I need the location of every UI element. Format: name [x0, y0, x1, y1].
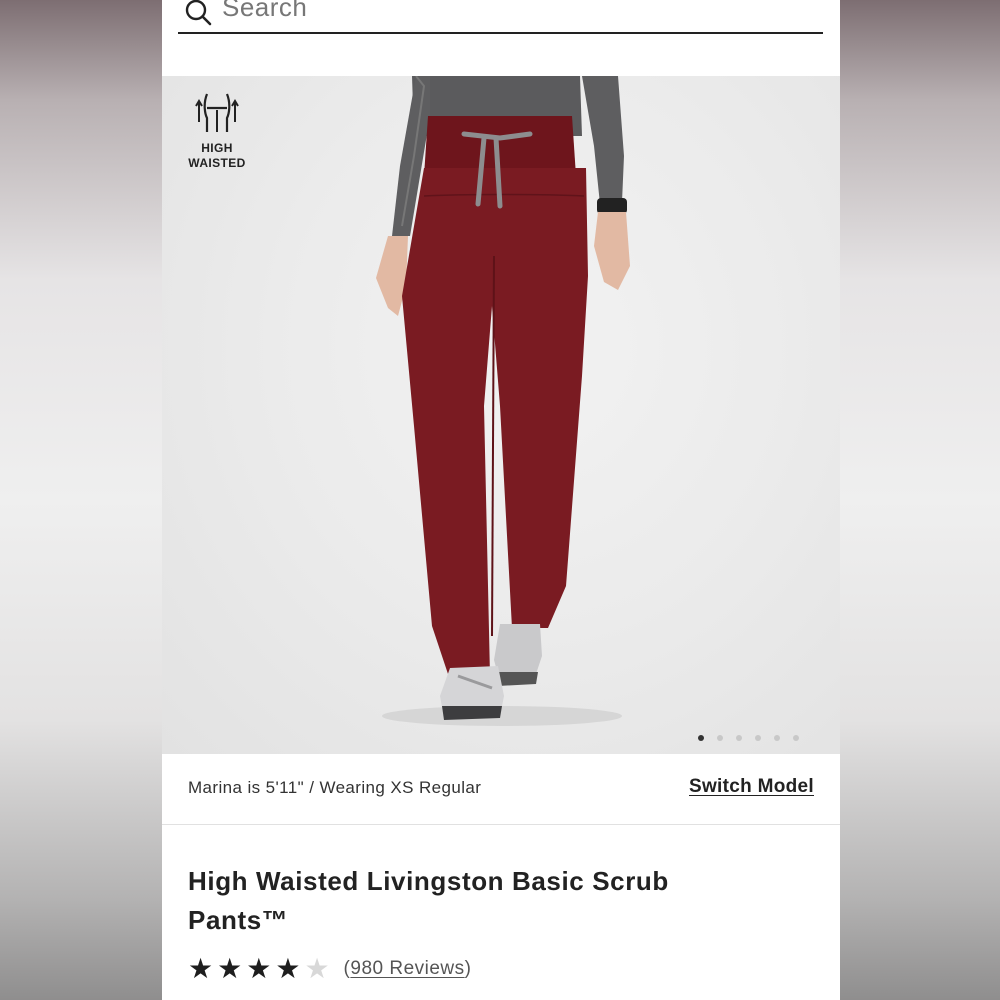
- badge-line-2: WAISTED: [188, 156, 246, 170]
- carousel-dot[interactable]: [793, 735, 799, 741]
- search-bar[interactable]: Search: [178, 0, 823, 34]
- reviews-count[interactable]: 980 Reviews: [350, 958, 464, 979]
- carousel-dot[interactable]: [698, 735, 704, 741]
- switch-model-link[interactable]: Switch Model: [689, 776, 814, 798]
- badge-line-1: HIGH: [201, 141, 233, 155]
- product-title: High Waisted Livingston Basic Scrub Pant…: [188, 866, 669, 935]
- reviews-link[interactable]: (980 Reviews): [344, 958, 472, 980]
- carousel-dot[interactable]: [774, 735, 780, 741]
- search-placeholder[interactable]: Search: [222, 0, 307, 23]
- star-icon: ★: [188, 953, 214, 984]
- reviews-close-paren: ): [464, 958, 472, 979]
- carousel-dot[interactable]: [755, 735, 761, 741]
- model-info-text: Marina is 5'11" / Wearing XS Regular: [188, 778, 482, 797]
- high-waist-icon: [195, 93, 239, 132]
- search-icon[interactable]: [184, 0, 212, 26]
- carousel-dot[interactable]: [717, 735, 723, 741]
- model-photo: [376, 76, 630, 726]
- carousel-dots[interactable]: [698, 735, 799, 741]
- star-icon: ★: [275, 953, 301, 984]
- carousel-dot[interactable]: [736, 735, 742, 741]
- star-icon: ★: [246, 953, 272, 984]
- product-rating[interactable]: ★ ★ ★ ★ ★ (980 Reviews): [188, 954, 471, 984]
- background-left: [0, 0, 162, 1000]
- high-waisted-badge: HIGH WAISTED: [184, 88, 250, 171]
- background-right: [840, 0, 1000, 1000]
- product-image[interactable]: HIGH WAISTED: [162, 76, 840, 754]
- model-info-row: Marina is 5'11" / Wearing XS Regular Swi…: [162, 754, 840, 825]
- phone-screen: Search HIGH WAISTED Marina is 5'11" / We…: [162, 0, 840, 1000]
- star-empty-icon: ★: [304, 953, 330, 984]
- star-icon: ★: [217, 953, 243, 984]
